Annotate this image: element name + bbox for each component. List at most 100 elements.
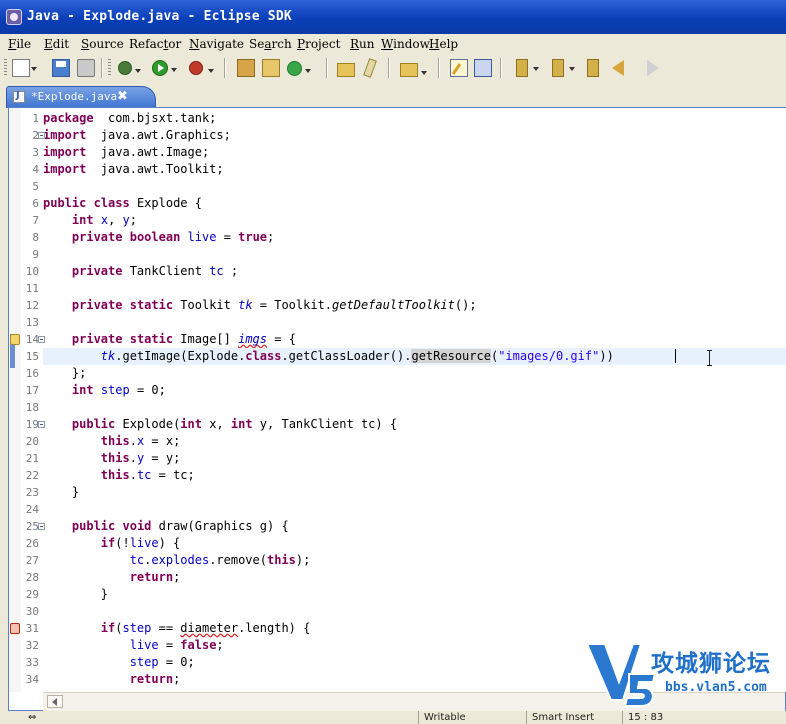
code-line[interactable]: this.tc = tc;	[43, 467, 786, 484]
menu-item-source[interactable]: Source	[81, 37, 124, 51]
menu-item-navigate[interactable]: Navigate	[189, 37, 244, 51]
open-type-icon[interactable]	[337, 63, 355, 77]
menu-item-refactor[interactable]: Refactor	[129, 37, 181, 51]
code-line[interactable]: }	[43, 484, 786, 501]
save-icon[interactable]	[52, 59, 70, 77]
line-number: 10	[25, 265, 39, 278]
code-line[interactable]	[43, 178, 786, 195]
code-line[interactable]: int step = 0;	[43, 382, 786, 399]
menu-item-run[interactable]: Run	[350, 37, 375, 51]
show-whitespace-icon[interactable]	[474, 59, 492, 77]
code-line[interactable]: this.x = x;	[43, 433, 786, 450]
code-line[interactable]	[43, 246, 786, 263]
menu-item-file[interactable]: File	[8, 37, 31, 51]
text-caret	[675, 349, 676, 363]
line-number: 24	[25, 503, 39, 516]
new-wizard-icon[interactable]	[12, 59, 37, 77]
window-title: Java - Explode.java - Eclipse SDK	[27, 9, 292, 24]
new-java-package-icon[interactable]	[237, 59, 255, 77]
menu-item-project[interactable]: Project	[297, 37, 340, 51]
code-line[interactable]: public class Explode {	[43, 195, 786, 212]
watermark-url: bbs.vlan5.com	[665, 680, 767, 695]
toolbar-grip[interactable]	[108, 59, 111, 77]
code-line[interactable]: private boolean live = true;	[43, 229, 786, 246]
toggle-mark-occurrences-icon[interactable]	[450, 59, 468, 77]
code-line[interactable]: public Explode(int x, int y, TankClient …	[43, 416, 786, 433]
site-watermark: 攻城狮论坛 bbs.vlan5.com	[585, 636, 786, 712]
line-number-gutter: 1 2 3 4 5 6 7 8 9 10 11 12 13 14 15 16 17 18 19 20 21 22 23 24 2…	[21, 108, 43, 692]
line-number: 19	[25, 418, 39, 431]
code-line[interactable]	[43, 314, 786, 331]
code-line[interactable]: private TankClient tc ;	[43, 263, 786, 280]
debug-icon[interactable]	[118, 61, 141, 75]
code-line[interactable]: int x, y;	[43, 212, 786, 229]
menu-item-help[interactable]: Help	[429, 37, 458, 51]
code-line[interactable]: if(!live) {	[43, 535, 786, 552]
code-line[interactable]: }	[43, 586, 786, 603]
forward-icon[interactable]	[647, 60, 659, 76]
menu-item-window[interactable]: Window	[381, 37, 430, 51]
code-line[interactable]: private static Image[] imgs = {	[43, 331, 786, 348]
main-toolbar	[0, 54, 786, 85]
back-icon[interactable]	[612, 60, 624, 76]
line-number: 28	[25, 571, 39, 584]
menu-item-edit[interactable]: Edit	[44, 37, 69, 51]
run-icon[interactable]	[152, 60, 177, 76]
search-pin-icon[interactable]	[363, 58, 377, 78]
tab-explode-java[interactable]: *Explode.java ✖	[6, 86, 156, 108]
code-line[interactable]: import java.awt.Toolkit;	[43, 161, 786, 178]
fold-toggle-icon[interactable]	[38, 336, 45, 343]
java-file-icon	[13, 90, 25, 103]
toolbar-separator	[438, 58, 440, 78]
code-line[interactable]: if(step == diameter.length) {	[43, 620, 786, 637]
status-divider	[418, 711, 419, 724]
fold-toggle-icon[interactable]	[38, 421, 45, 428]
previous-annotation-icon[interactable]	[552, 59, 575, 77]
code-line[interactable]: public void draw(Graphics g) {	[43, 518, 786, 535]
code-line[interactable]: };	[43, 365, 786, 382]
code-line[interactable]	[43, 603, 786, 620]
toolbar-separator	[388, 58, 390, 78]
line-number: 30	[25, 605, 39, 618]
line-number: 11	[25, 282, 39, 295]
code-text-area[interactable]: package com.bjsxt.tank; import java.awt.G…	[43, 108, 786, 692]
toolbar-grip[interactable]	[4, 59, 7, 77]
title-bar[interactable]: Java - Explode.java - Eclipse SDK	[0, 0, 786, 34]
line-number: 33	[25, 656, 39, 669]
code-line[interactable]: return;	[43, 569, 786, 586]
status-icon: ⇔	[28, 712, 37, 723]
status-divider	[622, 711, 623, 724]
code-line[interactable]: import java.awt.Graphics;	[43, 127, 786, 144]
external-tools-icon[interactable]	[189, 61, 214, 75]
line-number: 25	[25, 520, 39, 533]
last-edit-location-icon[interactable]	[587, 59, 599, 77]
line-number: 16	[25, 367, 39, 380]
code-line[interactable]: import java.awt.Image;	[43, 144, 786, 161]
watermark-text: 攻城狮论坛	[651, 651, 771, 677]
line-number: 23	[25, 486, 39, 499]
line-number: 21	[25, 452, 39, 465]
status-insert-mode: Smart Insert	[532, 712, 595, 723]
menu-item-search[interactable]: Search	[249, 37, 292, 51]
print-icon[interactable]	[77, 59, 95, 77]
line-number: 32	[25, 639, 39, 652]
new-class-icon[interactable]	[287, 61, 311, 76]
line-number: 5	[32, 180, 39, 193]
open-folder-icon[interactable]	[400, 63, 427, 77]
new-java-class-icon[interactable]	[262, 59, 280, 77]
code-line[interactable]: private static Toolkit tk = Toolkit.getD…	[43, 297, 786, 314]
fold-toggle-icon[interactable]	[38, 132, 45, 139]
toolbar-separator	[500, 58, 502, 78]
code-line[interactable]	[43, 501, 786, 518]
code-line[interactable]: package com.bjsxt.tank;	[43, 110, 786, 127]
line-number: 8	[32, 231, 39, 244]
fold-toggle-icon[interactable]	[38, 523, 45, 530]
code-line[interactable]: tc.explodes.remove(this);	[43, 552, 786, 569]
code-line[interactable]: this.y = y;	[43, 450, 786, 467]
scroll-left-icon[interactable]	[47, 695, 63, 708]
code-line[interactable]	[43, 280, 786, 297]
next-annotation-icon[interactable]	[516, 59, 539, 77]
toolbar-separator	[326, 58, 328, 78]
code-line[interactable]	[43, 399, 786, 416]
close-icon[interactable]: ✖	[117, 89, 128, 104]
